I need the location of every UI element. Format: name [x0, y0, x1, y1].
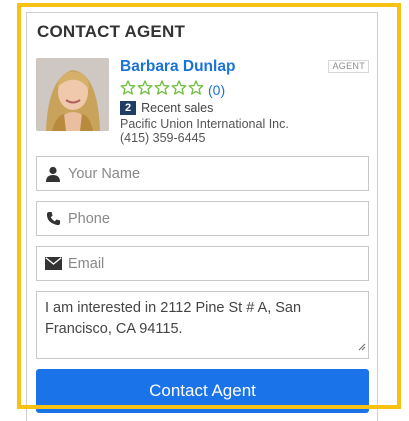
message-textarea[interactable]: I am interested in 2112 Pine St # A, San… — [37, 292, 368, 358]
star-icon — [154, 80, 170, 95]
envelope-icon — [40, 257, 66, 270]
star-icon — [137, 80, 153, 95]
recent-sales: 2 Recent sales — [120, 101, 213, 115]
resize-handle-icon[interactable] — [357, 338, 366, 356]
agent-name-link[interactable]: Barbara Dunlap — [120, 58, 235, 76]
star-list — [120, 80, 205, 100]
star-icon — [188, 80, 204, 95]
phone-input[interactable] — [66, 210, 368, 227]
person-icon — [40, 166, 66, 182]
contact-agent-button[interactable]: Contact Agent — [36, 369, 369, 413]
agent-photo[interactable] — [36, 58, 109, 131]
star-icon — [120, 80, 136, 95]
name-input[interactable] — [66, 165, 368, 182]
agent-brokerage: Pacific Union International Inc. — [120, 117, 289, 131]
name-field[interactable] — [36, 156, 369, 191]
contact-agent-card: CONTACT AGENT AGENT Barbara Dunlap (0) 2… — [26, 12, 378, 421]
message-field[interactable]: I am interested in 2112 Pine St # A, San… — [36, 291, 369, 359]
phone-icon — [40, 211, 66, 226]
recent-sales-label: Recent sales — [141, 101, 214, 115]
agent-phone: (415) 359-6445 — [120, 131, 206, 145]
email-field[interactable] — [36, 246, 369, 281]
rating-count[interactable]: (0) — [208, 82, 225, 98]
recent-sales-count: 2 — [120, 101, 137, 115]
widget-title: CONTACT AGENT — [37, 22, 186, 41]
agent-badge: AGENT — [328, 60, 369, 73]
phone-field[interactable] — [36, 201, 369, 236]
email-input[interactable] — [66, 255, 368, 272]
star-icon — [171, 80, 187, 95]
rating-stars[interactable]: (0) — [120, 80, 225, 100]
